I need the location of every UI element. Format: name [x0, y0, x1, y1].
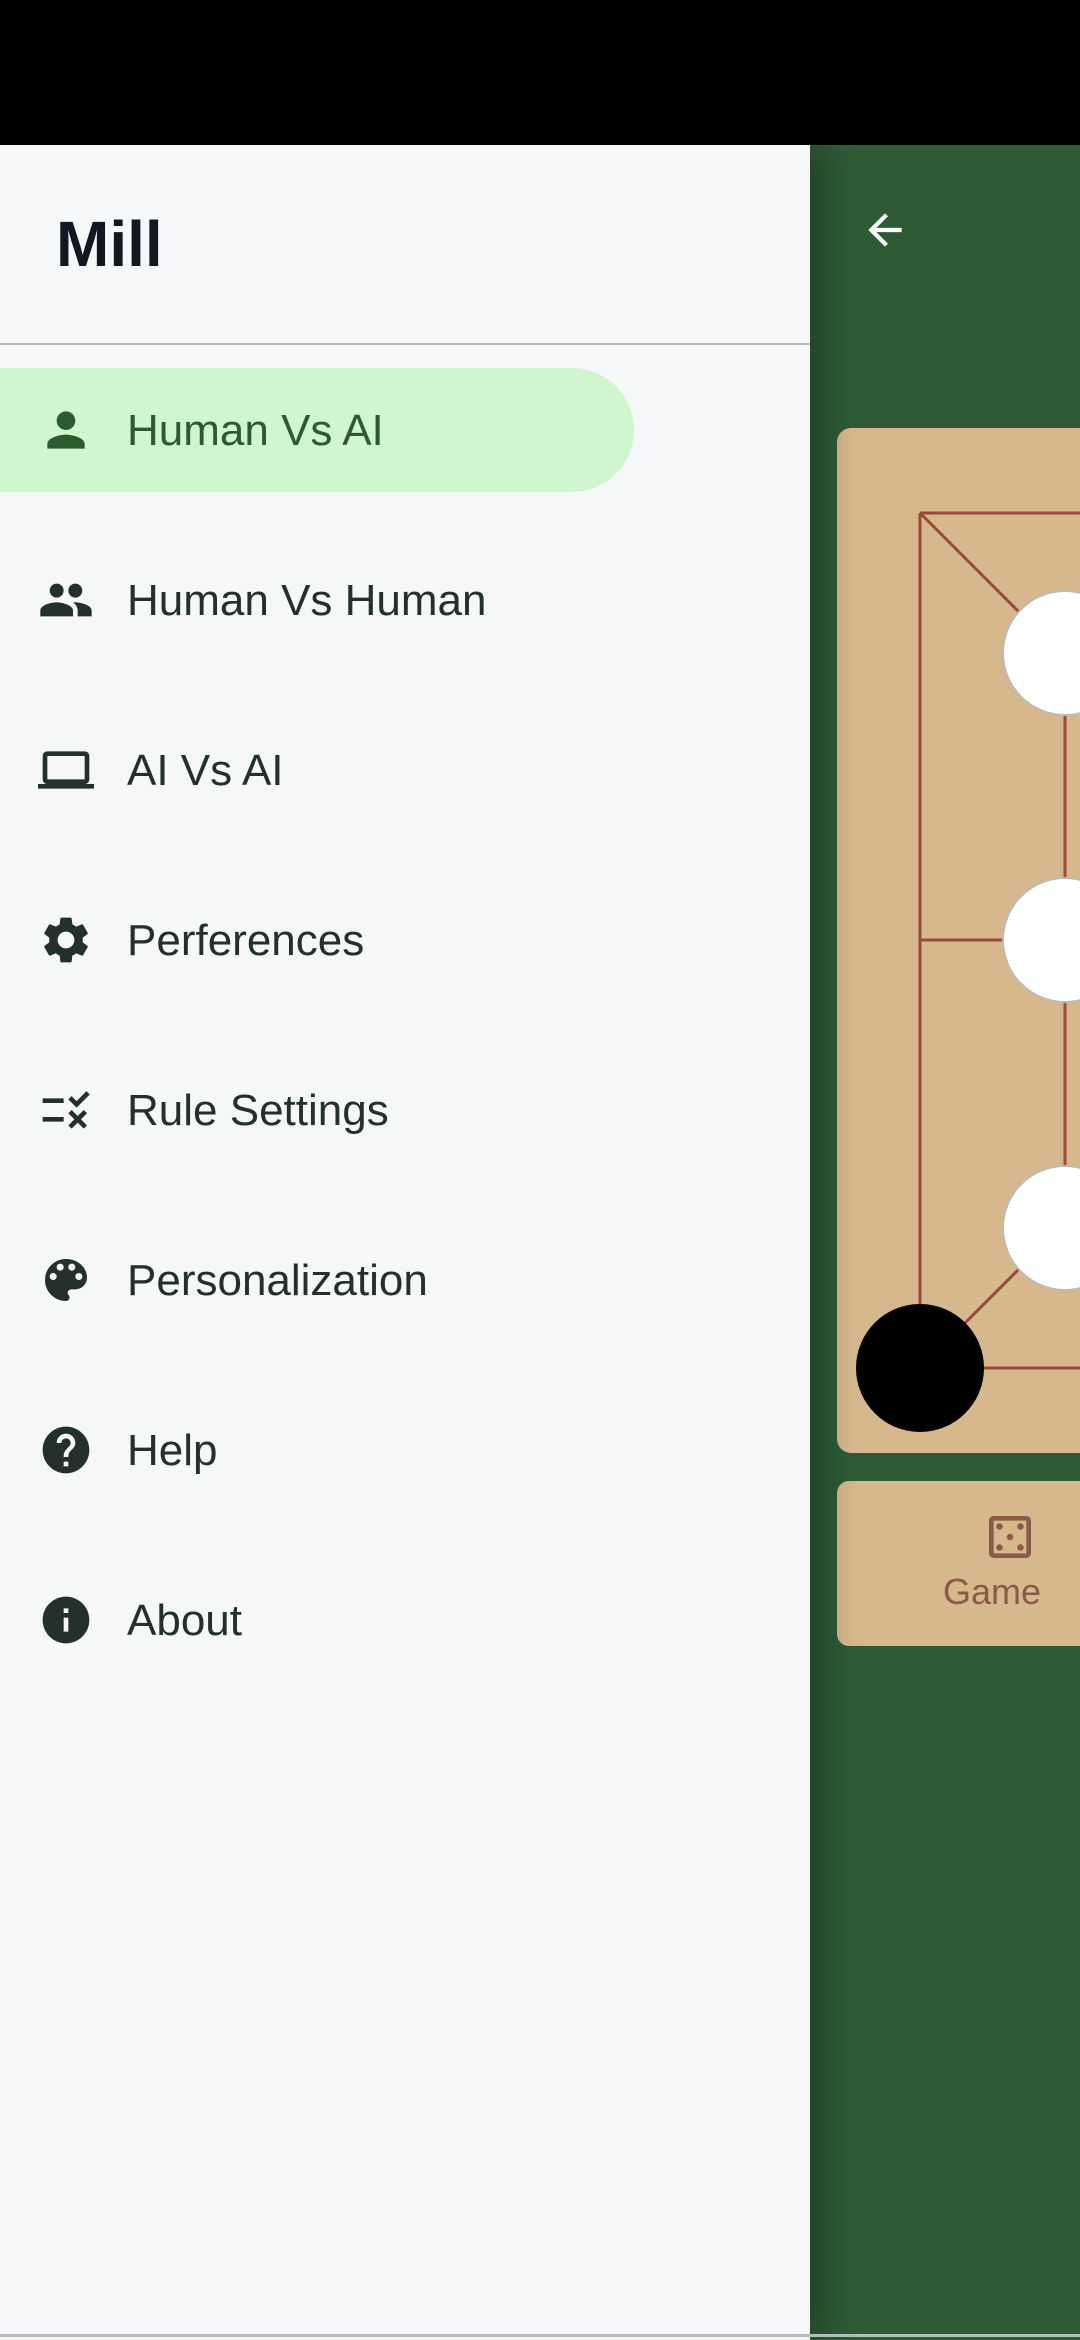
white-piece[interactable] — [1002, 877, 1080, 1003]
nav-item-label: Rule Settings — [127, 1086, 389, 1135]
nav-item-label: Human Vs Human — [127, 576, 487, 625]
status-bar — [0, 0, 1080, 145]
nav-item-label: Personalization — [127, 1256, 428, 1305]
person-icon — [47, 411, 85, 449]
nav-item-label: About — [127, 1596, 242, 1645]
drawer-title: Mill — [56, 208, 163, 280]
game-toolbar: Game — [837, 1481, 1080, 1646]
palette-icon — [45, 1259, 87, 1301]
nav-item-human-vs-ai[interactable]: Human Vs AI — [0, 368, 634, 492]
back-button[interactable] — [850, 195, 920, 265]
nav-item-rule-settings[interactable]: Rule Settings — [0, 1048, 634, 1172]
info-icon — [42, 1596, 90, 1644]
arrow-back-icon — [868, 213, 902, 247]
rule-icon — [42, 1091, 90, 1129]
nav-item-help[interactable]: Help — [0, 1388, 634, 1512]
black-piece[interactable] — [856, 1304, 984, 1432]
game-button[interactable]: Game — [907, 1509, 1077, 1629]
nav-item-personalization[interactable]: Personalization — [0, 1218, 634, 1342]
gear-icon — [44, 917, 88, 963]
nav-item-label: Human Vs AI — [127, 406, 384, 455]
nav-item-preferences[interactable]: Perferences — [0, 878, 634, 1002]
dice-icon — [989, 1516, 1031, 1558]
game-button-label: Game — [942, 1571, 1042, 1612]
laptop-icon — [38, 751, 94, 789]
navigation-bar-line — [0, 2334, 1080, 2337]
game-board[interactable] — [837, 428, 1080, 1453]
nav-item-human-vs-human[interactable]: Human Vs Human — [0, 538, 634, 662]
navigation-drawer: Mill Human Vs AI Human Vs Human AI Vs AI… — [0, 145, 810, 2340]
nav-item-about[interactable]: About — [0, 1558, 634, 1682]
nav-item-label: Perferences — [127, 916, 365, 965]
nav-item-label: AI Vs AI — [127, 746, 284, 795]
people-icon — [40, 583, 92, 617]
nav-item-label: Help — [127, 1426, 218, 1475]
help-icon — [42, 1426, 90, 1474]
game-area: Game — [810, 145, 1080, 2340]
divider — [0, 343, 810, 345]
nav-item-ai-vs-ai[interactable]: AI Vs AI — [0, 708, 634, 832]
